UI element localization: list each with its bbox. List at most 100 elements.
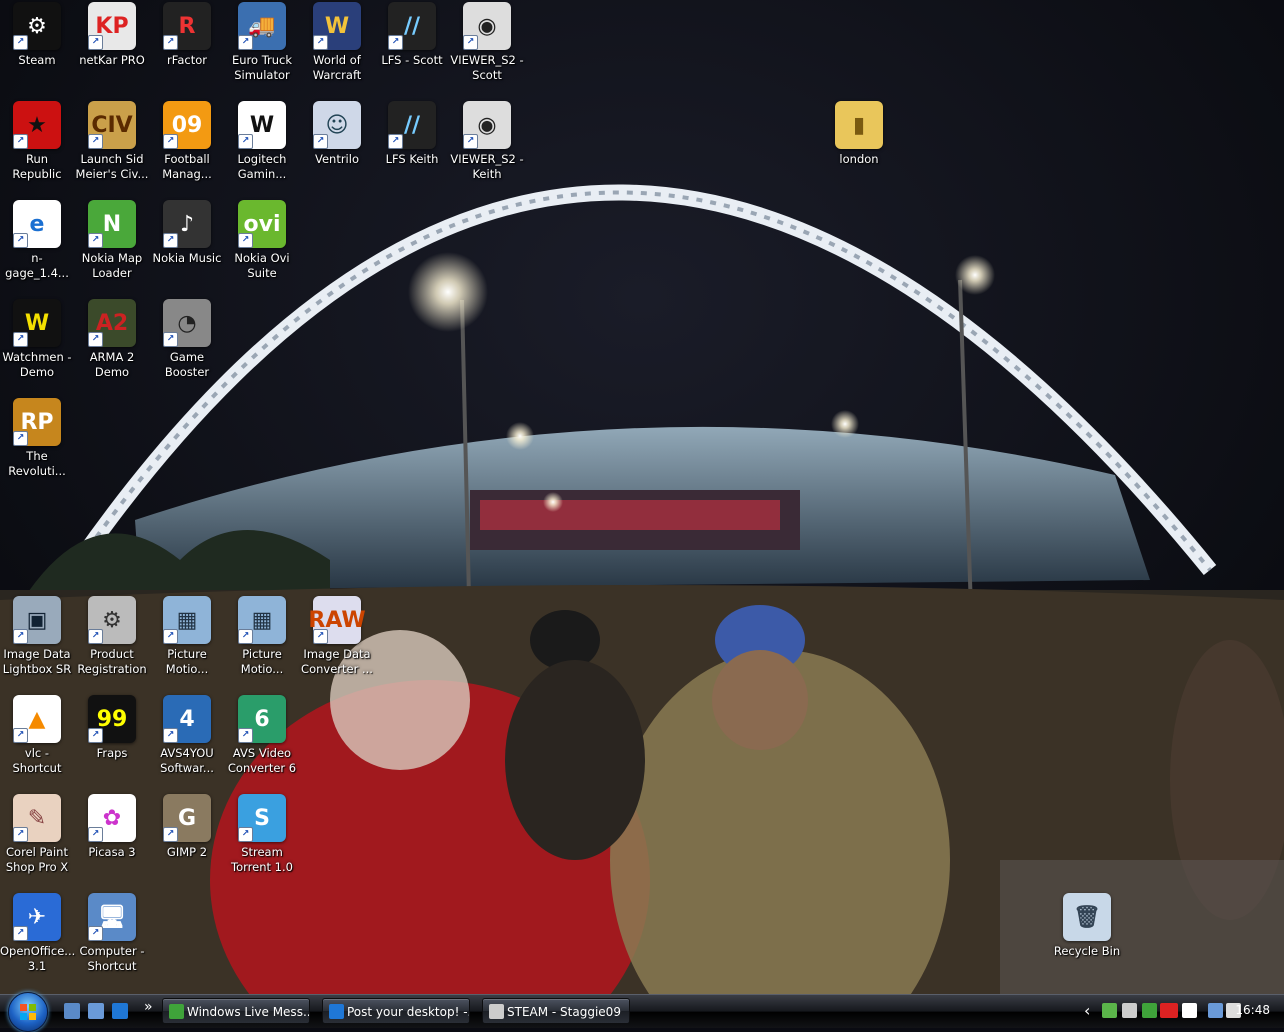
openoffice-shortcut[interactable]: ✈ ↗ OpenOffice... 3.1 bbox=[0, 893, 75, 974]
fraps-shortcut[interactable]: 99 ↗ Fraps bbox=[75, 695, 149, 761]
shortcut-arrow-icon: ↗ bbox=[13, 233, 28, 248]
icon-label: LFS Keith bbox=[385, 152, 439, 166]
gimp-shortcut[interactable]: G ↗ GIMP 2 bbox=[150, 794, 224, 860]
nokia-map-loader-shortcut[interactable]: N ↗ Nokia Map Loader bbox=[75, 200, 149, 281]
task-post-your-desktop[interactable]: Post your desktop! -... bbox=[322, 998, 470, 1024]
icon-label: Stream Torrent 1.0 bbox=[231, 845, 293, 874]
icon-label: Watchmen - Demo bbox=[2, 350, 72, 379]
image-data-lightbox-shortcut[interactable]: ▣ ↗ Image Data Lightbox SR bbox=[0, 596, 74, 677]
shortcut-arrow-icon: ↗ bbox=[88, 827, 103, 842]
logitech-tray-icon[interactable] bbox=[1182, 1003, 1197, 1018]
recycle-bin-shortcut[interactable]: 🗑 Recycle Bin bbox=[1050, 893, 1124, 959]
civ4-shortcut[interactable]: CIV ↗ Launch Sid Meier's Civ... bbox=[75, 101, 149, 182]
internet-explorer-icon[interactable] bbox=[112, 1003, 128, 1019]
icon-glyph: ★ bbox=[27, 112, 47, 138]
icon-label: Picasa 3 bbox=[88, 845, 136, 859]
icon-glyph: ◉ bbox=[477, 13, 497, 39]
icon-label: GIMP 2 bbox=[166, 845, 208, 859]
avs4you-icon: 4 ↗ bbox=[163, 695, 211, 743]
the-revolution-shortcut[interactable]: RP ↗ The Revoluti... bbox=[0, 398, 74, 479]
viewer-s2-scott-shortcut[interactable]: ◉ ↗ VIEWER_S2 - Scott bbox=[450, 2, 524, 83]
logitech-gaming-icon: W ↗ bbox=[238, 101, 286, 149]
product-registration-shortcut[interactable]: ⚙ ↗ Product Registration bbox=[75, 596, 149, 677]
recycle-bin-icon: 🗑 bbox=[1063, 893, 1111, 941]
watchmen-demo-icon: W ↗ bbox=[13, 299, 61, 347]
picasa-shortcut[interactable]: ✿ ↗ Picasa 3 bbox=[75, 794, 149, 860]
game-booster-shortcut[interactable]: ◔ ↗ Game Booster bbox=[150, 299, 224, 380]
corel-paint-shop-icon: ✎ ↗ bbox=[13, 794, 61, 842]
ngage-shortcut[interactable]: e ↗ n-gage_1.4... bbox=[0, 200, 74, 281]
run-republic-shortcut[interactable]: ★ ↗ Run Republic bbox=[0, 101, 74, 182]
world-of-warcraft-shortcut[interactable]: W ↗ World of Warcraft bbox=[300, 2, 374, 83]
task-windows-live-messenger[interactable]: Windows Live Mess... bbox=[162, 998, 310, 1024]
icon-label: Image Data Lightbox SR bbox=[2, 647, 72, 676]
steam-shortcut[interactable]: ⚙ ↗ Steam bbox=[0, 2, 74, 68]
show-desktop-icon[interactable] bbox=[64, 1003, 80, 1019]
run-republic-icon: ★ ↗ bbox=[13, 101, 61, 149]
shortcut-arrow-icon: ↗ bbox=[238, 827, 253, 842]
taskbar: » Windows Live Mess... Post your desktop!… bbox=[0, 992, 1284, 1032]
shortcut-arrow-icon: ↗ bbox=[238, 728, 253, 743]
nokia-ovi-suite-shortcut[interactable]: ovi ↗ Nokia Ovi Suite bbox=[225, 200, 299, 281]
clock[interactable]: 16:48 bbox=[1235, 1003, 1270, 1017]
task-steam[interactable]: STEAM - Staggie09 bbox=[482, 998, 630, 1024]
shortcut-arrow-icon: ↗ bbox=[88, 134, 103, 149]
connection-tray-icon[interactable] bbox=[1208, 1003, 1223, 1018]
rfactor-shortcut[interactable]: R ↗ rFactor bbox=[150, 2, 224, 68]
messenger-tray-icon[interactable] bbox=[1142, 1003, 1157, 1018]
quick-launch-more[interactable]: » bbox=[144, 999, 153, 1015]
network-tray-icon[interactable] bbox=[1102, 1003, 1117, 1018]
icon-label: netKar PRO bbox=[79, 53, 145, 67]
lfs-scott-shortcut[interactable]: //↗ LFS - Scott bbox=[375, 2, 449, 68]
tray-expand-icon[interactable]: ‹ bbox=[1084, 1001, 1090, 1020]
image-data-converter-shortcut[interactable]: RAW ↗ Image Data Converter ... bbox=[300, 596, 374, 677]
icon-label: Logitech Gamin... bbox=[237, 152, 287, 181]
steam-tray-icon[interactable] bbox=[1122, 1003, 1137, 1018]
icon-glyph: ✿ bbox=[102, 805, 122, 831]
logitech-gaming-shortcut[interactable]: W ↗ Logitech Gamin... bbox=[225, 101, 299, 182]
icon-glyph: ▣ bbox=[26, 607, 48, 633]
avs-video-converter-shortcut[interactable]: 6 ↗ AVS Video Converter 6 bbox=[225, 695, 299, 776]
start-button[interactable] bbox=[8, 992, 48, 1032]
watchmen-demo-shortcut[interactable]: W ↗ Watchmen - Demo bbox=[0, 299, 74, 380]
icon-glyph: 4 bbox=[179, 706, 195, 732]
computer-shortcut-shortcut[interactable]: 🖥 ↗ Computer - Shortcut bbox=[75, 893, 149, 974]
london-folder-shortcut[interactable]: ▮ london bbox=[822, 101, 896, 167]
football-manager-icon: 09 ↗ bbox=[163, 101, 211, 149]
ventrilo-shortcut[interactable]: ☺ ↗ Ventrilo bbox=[300, 101, 374, 167]
game-booster-icon: ◔ ↗ bbox=[163, 299, 211, 347]
nokia-map-loader-icon: N ↗ bbox=[88, 200, 136, 248]
viewer-s2-keith-shortcut[interactable]: ◉ ↗ VIEWER_S2 - Keith bbox=[450, 101, 524, 182]
vlc-shortcut[interactable]: ▲ ↗ vlc - Shortcut bbox=[0, 695, 74, 776]
stream-torrent-shortcut[interactable]: S ↗ Stream Torrent 1.0 bbox=[225, 794, 299, 875]
icon-glyph: G bbox=[177, 805, 197, 831]
icon-label: rFactor bbox=[167, 53, 207, 67]
picture-motion-icon-1-shortcut[interactable]: ▦ ↗ Picture Motio... bbox=[150, 596, 224, 677]
netkar-shortcut[interactable]: KP ↗ netKar PRO bbox=[75, 2, 149, 68]
stream-torrent-icon: S ↗ bbox=[238, 794, 286, 842]
icon-label: VIEWER_S2 - Keith bbox=[450, 152, 524, 181]
shortcut-arrow-icon: ↗ bbox=[88, 35, 103, 50]
switch-windows-icon[interactable] bbox=[88, 1003, 104, 1019]
icon-glyph: W bbox=[324, 13, 350, 39]
nokia-music-shortcut[interactable]: ♪ ↗ Nokia Music bbox=[150, 200, 224, 266]
lfs-keith-shortcut[interactable]: //↗ LFS Keith bbox=[375, 101, 449, 167]
icon-glyph: // bbox=[403, 112, 421, 138]
fraps-icon: 99 ↗ bbox=[88, 695, 136, 743]
football-manager-shortcut[interactable]: 09 ↗ Football Manag... bbox=[150, 101, 224, 182]
arma2-demo-shortcut[interactable]: A2 ↗ ARMA 2 Demo bbox=[75, 299, 149, 380]
picture-motion-icon-2-shortcut[interactable]: ▦ ↗ Picture Motio... bbox=[225, 596, 299, 677]
icon-label: Product Registration bbox=[77, 647, 147, 676]
corel-paint-shop-shortcut[interactable]: ✎ ↗ Corel Paint Shop Pro X bbox=[0, 794, 74, 875]
icon-glyph: ▦ bbox=[251, 607, 273, 633]
shortcut-arrow-icon: ↗ bbox=[238, 233, 253, 248]
icon-label: Game Booster bbox=[164, 350, 210, 379]
shortcut-arrow-icon: ↗ bbox=[313, 134, 328, 149]
shortcut-arrow-icon: ↗ bbox=[88, 233, 103, 248]
ati-tray-icon[interactable] bbox=[1160, 1003, 1178, 1018]
icon-label: Nokia Ovi Suite bbox=[234, 251, 290, 280]
lfs-keith-icon: //↗ bbox=[388, 101, 436, 149]
icon-label: LFS - Scott bbox=[381, 53, 443, 67]
avs4you-shortcut[interactable]: 4 ↗ AVS4YOU Softwar... bbox=[150, 695, 224, 776]
euro-truck-shortcut[interactable]: 🚚 ↗ Euro Truck Simulator bbox=[225, 2, 299, 83]
